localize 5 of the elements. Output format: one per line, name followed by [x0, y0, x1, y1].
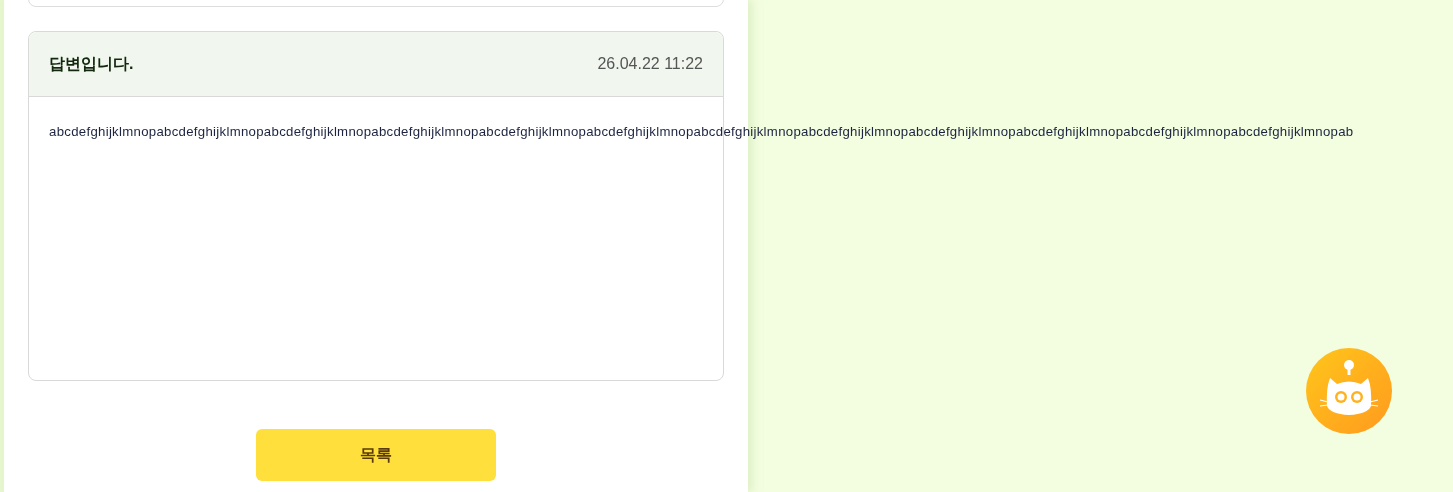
list-button[interactable]: 목록 [256, 429, 496, 481]
answer-date: 26.04.22 11:22 [597, 54, 703, 74]
answer-text: abcdefghijklmnopabcdefghijklmnopabcdefghijklmnopabcdefghijklmnopabcdefghijklmnopabcdefghijklmnopabcdefghijklmnopabcdefghijklmnopabcdefghijklmnopabcdefghijklmnopabcdefghijklmnopabcdefghijklmnopab [49, 124, 1354, 139]
answer-title: 답변입니다. [49, 54, 134, 74]
cat-mascot-icon[interactable] [1306, 348, 1392, 434]
